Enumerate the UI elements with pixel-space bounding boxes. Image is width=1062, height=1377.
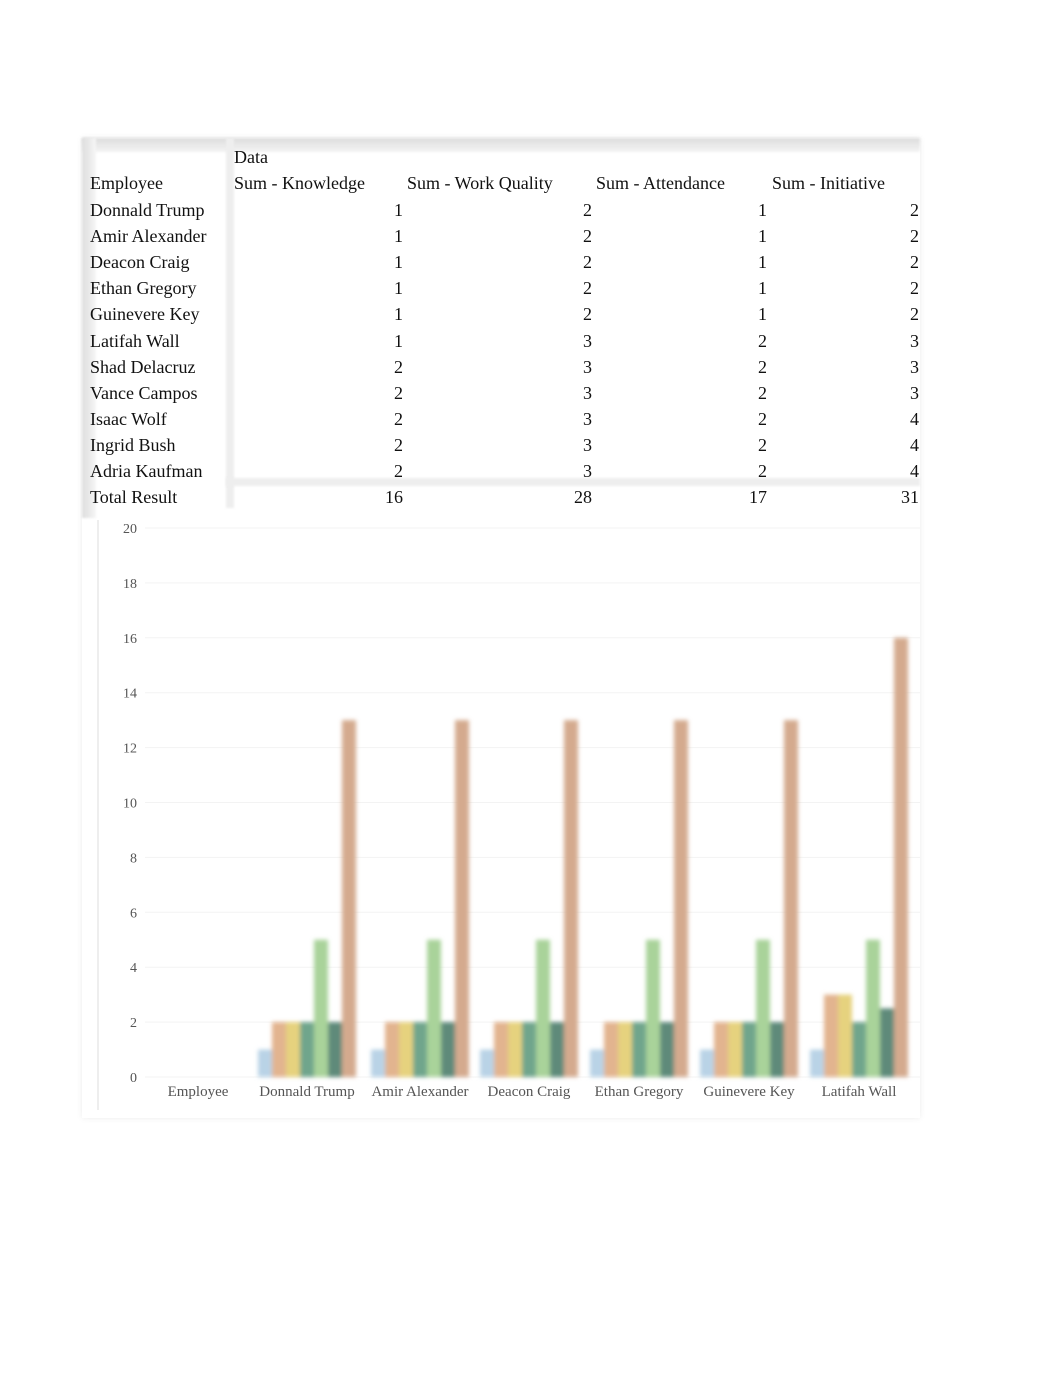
- bar: [784, 720, 798, 1077]
- bar: [646, 939, 660, 1077]
- document-page: Data Employee Sum - Knowledge Sum - Work …: [0, 0, 1062, 1377]
- bar-chart: 0 2 4 6 8 10 12 14 16 18 20 Employee Donnald Trump Am…: [97, 520, 920, 1110]
- y-tick-label: 8: [130, 851, 137, 866]
- x-category-label: Latifah Wall: [822, 1084, 897, 1100]
- bar: [674, 720, 688, 1077]
- bar: [590, 1049, 604, 1077]
- y-tick-label: 10: [123, 797, 137, 812]
- bar: [286, 1022, 300, 1077]
- bar: [508, 1022, 522, 1077]
- bar: [494, 1022, 508, 1077]
- y-tick-label: 18: [123, 577, 137, 592]
- x-category-label: Employee: [168, 1084, 229, 1100]
- bar: [536, 939, 550, 1077]
- x-category-label: Amir Alexander: [371, 1084, 468, 1100]
- bar: [700, 1049, 714, 1077]
- bar: [427, 939, 441, 1077]
- bar: [660, 1022, 674, 1077]
- y-tick-label: 0: [130, 1071, 137, 1086]
- bar: [894, 637, 908, 1077]
- bar: [300, 1022, 314, 1077]
- bar: [455, 720, 469, 1077]
- bar: [866, 939, 880, 1077]
- bar: [385, 1022, 399, 1077]
- bar: [810, 1049, 824, 1077]
- bar: [441, 1022, 455, 1077]
- y-tick-label: 16: [123, 632, 137, 647]
- bar: [328, 1022, 342, 1077]
- bar: [824, 994, 838, 1077]
- x-category-label: Guinevere Key: [703, 1084, 795, 1100]
- bar: [632, 1022, 646, 1077]
- bar: [742, 1022, 756, 1077]
- bar: [838, 994, 852, 1077]
- bar: [314, 939, 328, 1077]
- bar: [550, 1022, 564, 1077]
- bar: [728, 1022, 742, 1077]
- x-category-label: Ethan Gregory: [595, 1084, 684, 1100]
- bar: [522, 1022, 536, 1077]
- bar: [480, 1049, 494, 1077]
- x-category-label: Donnald Trump: [259, 1084, 354, 1100]
- bar: [852, 1022, 866, 1077]
- bar: [258, 1049, 272, 1077]
- bar: [618, 1022, 632, 1077]
- bar: [756, 939, 770, 1077]
- bar: [399, 1022, 413, 1077]
- y-tick-label: 20: [123, 522, 137, 537]
- bar: [564, 720, 578, 1077]
- bar: [413, 1022, 427, 1077]
- y-tick-label: 4: [130, 961, 137, 976]
- y-tick-label: 14: [123, 687, 137, 702]
- bar: [342, 720, 356, 1077]
- bar: [714, 1022, 728, 1077]
- bar: [371, 1049, 385, 1077]
- y-tick-label: 6: [130, 906, 137, 921]
- bar: [272, 1022, 286, 1077]
- bar: [604, 1022, 618, 1077]
- y-tick-label: 2: [130, 1016, 137, 1031]
- bar: [770, 1022, 784, 1077]
- y-tick-label: 12: [123, 742, 137, 757]
- bar: [880, 1008, 894, 1077]
- x-category-label: Deacon Craig: [488, 1084, 571, 1100]
